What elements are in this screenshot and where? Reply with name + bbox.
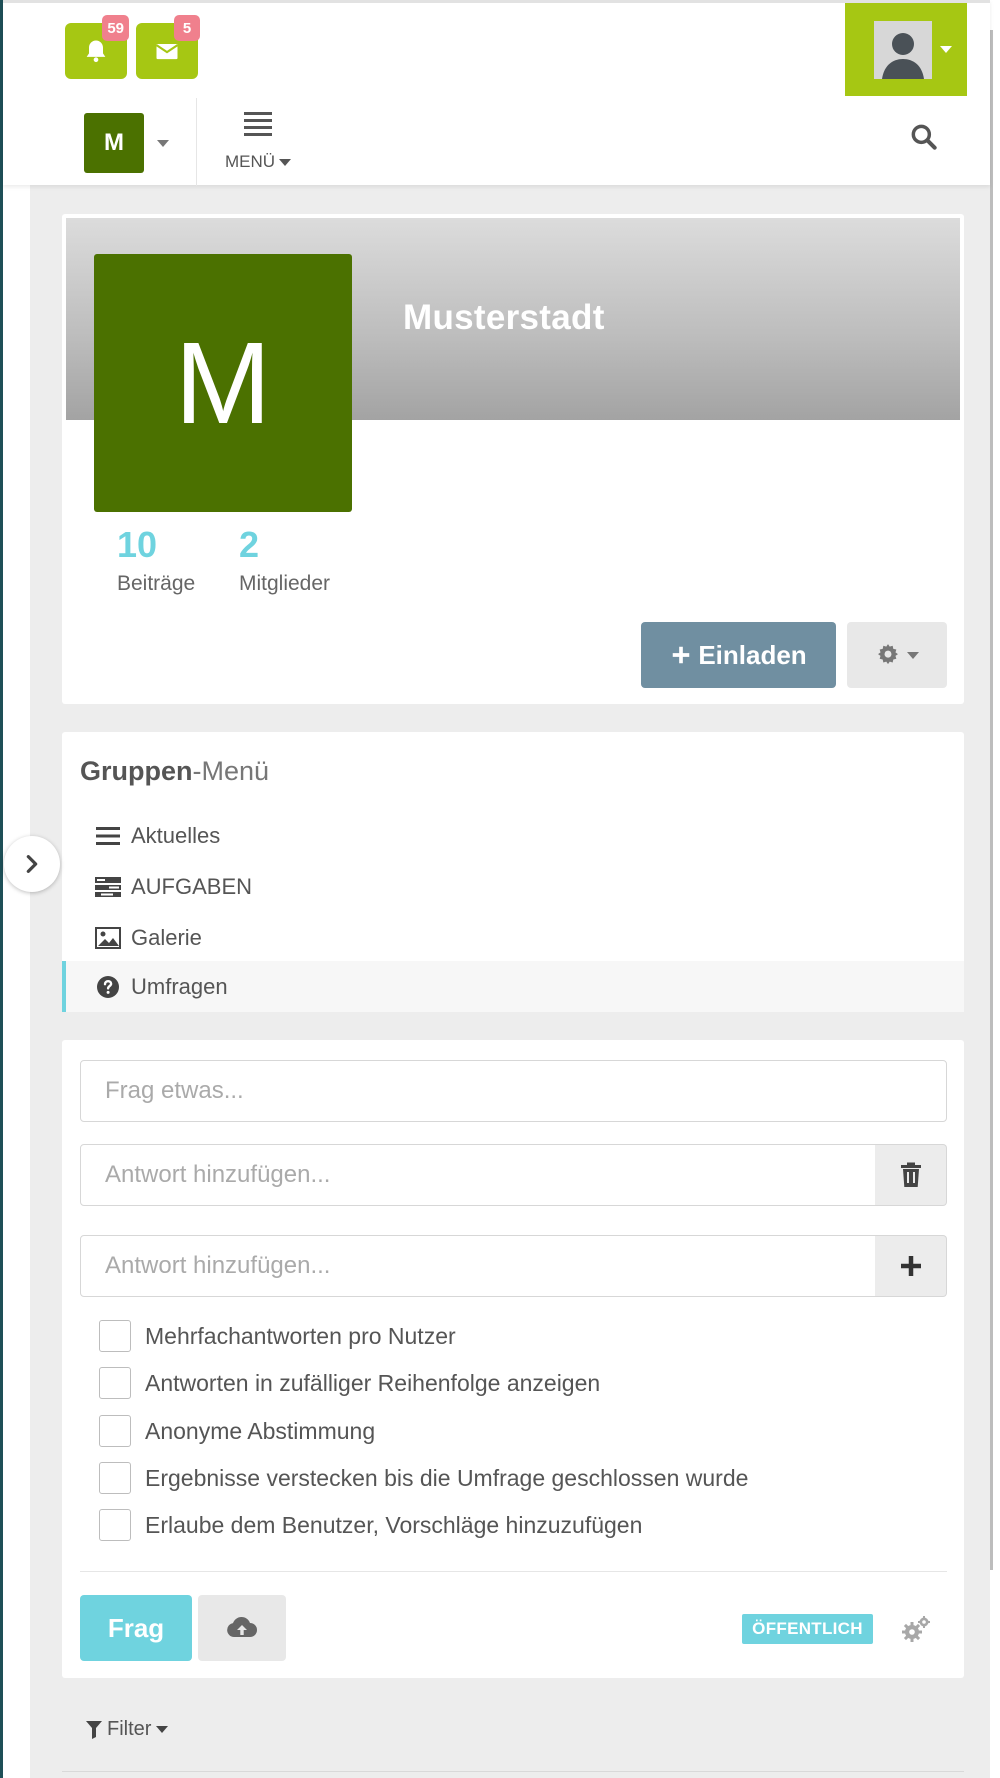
option-label: Ergebnisse verstecken bis die Umfrage ge… [145, 1464, 749, 1491]
group-menu-item-label: AUFGABEN [131, 873, 253, 899]
stat-members[interactable]: 2 Mitglieder [239, 524, 330, 596]
messages-button[interactable]: 5 [136, 15, 200, 79]
option-label: Antworten in zufälliger Reihenfolge anze… [145, 1369, 601, 1396]
option-checkbox[interactable] [99, 1415, 131, 1447]
option-multiple-answers[interactable]: Mehrfachantworten pro Nutzer [99, 1320, 456, 1352]
post-settings-button[interactable] [900, 1614, 932, 1646]
stat-members-value: 2 [239, 524, 260, 565]
stat-posts[interactable]: 10 Beiträge [117, 524, 195, 596]
gear-icon [878, 644, 898, 665]
window-left-edge [0, 0, 3, 1778]
bell-icon [86, 40, 106, 63]
list-icon [95, 823, 121, 849]
option-random-order[interactable]: Antworten in zufälliger Reihenfolge anze… [99, 1367, 600, 1399]
group-menu-panel: Gruppen-Menü Aktuelles AUFGABEN Galerie … [62, 732, 964, 1012]
search-button[interactable] [908, 121, 952, 161]
group-menu-item-umfragen[interactable]: Umfragen [62, 961, 964, 1012]
menu-lines-icon [244, 112, 272, 136]
invite-label: Einladen [698, 639, 807, 670]
form-divider [80, 1571, 947, 1572]
group-menu-item-galerie[interactable]: Galerie [62, 912, 964, 963]
cloud-upload-icon [227, 1617, 257, 1637]
option-checkbox[interactable] [99, 1367, 131, 1399]
chevron-down-icon [279, 158, 292, 166]
main-menu-button[interactable]: MENÜ [203, 108, 313, 180]
option-label: Erlaube dem Benutzer, Vorschläge hinzuzu… [145, 1511, 643, 1538]
user-silhouette-icon [882, 32, 924, 79]
notifications-count-badge: 59 [102, 15, 129, 41]
messages-count-badge: 5 [174, 15, 200, 41]
trash-icon [900, 1162, 921, 1187]
option-hide-results[interactable]: Ergebnisse verstecken bis die Umfrage ge… [99, 1462, 748, 1494]
answer-input-1[interactable] [80, 1144, 877, 1206]
user-avatar [874, 20, 932, 79]
top-navigation-bar: 59 5 M MENÜ [3, 0, 990, 186]
option-checkbox[interactable] [99, 1509, 131, 1541]
sidebar-toggle-button[interactable] [4, 836, 60, 892]
group-menu-item-label: Umfragen [131, 973, 228, 999]
space-header-panel: Musterstadt M 10 Beiträge 2 Mitglieder E… [62, 214, 964, 704]
group-menu-item-label: Aktuelles [131, 822, 221, 848]
stat-members-label: Mitglieder [239, 572, 331, 595]
space-chooser-button[interactable]: M [84, 113, 144, 173]
image-icon [95, 925, 121, 951]
notifications-button[interactable]: 59 [65, 15, 129, 79]
cogs-icon [902, 1616, 930, 1642]
stat-posts-value: 10 [117, 524, 158, 565]
group-menu-item-label: Galerie [131, 924, 202, 950]
space-logo: M [94, 254, 352, 512]
filter-label: Filter [107, 1718, 152, 1740]
question-circle-icon [95, 974, 121, 1000]
space-chooser-caret-icon[interactable] [157, 140, 169, 147]
option-checkbox[interactable] [99, 1462, 131, 1494]
submit-poll-button[interactable]: Frag [80, 1595, 192, 1661]
invite-button[interactable]: Einladen [641, 622, 836, 688]
visibility-badge[interactable]: ÖFFENTLICH [742, 1614, 873, 1644]
group-menu-item-aufgaben[interactable]: AUFGABEN [62, 861, 964, 912]
group-menu-title: Gruppen-Menü [80, 756, 270, 786]
answer-input-2[interactable] [80, 1235, 877, 1297]
question-input[interactable] [80, 1060, 947, 1122]
add-answer-button[interactable] [875, 1235, 947, 1297]
chevron-right-icon [26, 855, 38, 873]
menu-label: MENÜ [224, 152, 276, 171]
option-checkbox[interactable] [99, 1320, 131, 1352]
filter-icon [86, 1720, 102, 1739]
filter-button[interactable]: Filter [86, 1718, 169, 1741]
stream-divider [62, 1771, 964, 1772]
plus-icon [673, 646, 690, 664]
plus-icon [900, 1256, 921, 1276]
option-anonymous[interactable]: Anonyme Abstimmung [99, 1415, 375, 1447]
option-label: Anonyme Abstimmung [145, 1417, 376, 1444]
option-label: Mehrfachantworten pro Nutzer [145, 1322, 456, 1349]
space-title: Musterstadt [403, 298, 605, 337]
tasks-icon [95, 874, 121, 900]
stat-posts-label: Beiträge [117, 572, 196, 595]
upload-button[interactable] [198, 1595, 286, 1661]
scrollbar[interactable] [990, 30, 993, 1570]
option-allow-suggestions[interactable]: Erlaube dem Benutzer, Vorschläge hinzuzu… [99, 1509, 642, 1541]
delete-answer-button[interactable] [875, 1144, 947, 1206]
envelope-icon [155, 44, 179, 60]
chevron-down-icon [156, 1726, 169, 1733]
search-icon [911, 124, 937, 150]
space-settings-button[interactable] [847, 622, 947, 688]
poll-form-panel: Mehrfachantworten pro Nutzer Antworten i… [62, 1040, 964, 1678]
chevron-down-icon [940, 46, 952, 53]
chevron-down-icon [907, 651, 919, 659]
nav-divider [196, 98, 197, 186]
group-menu-item-aktuelles[interactable]: Aktuelles [62, 810, 964, 861]
user-menu-button[interactable] [845, 3, 967, 96]
